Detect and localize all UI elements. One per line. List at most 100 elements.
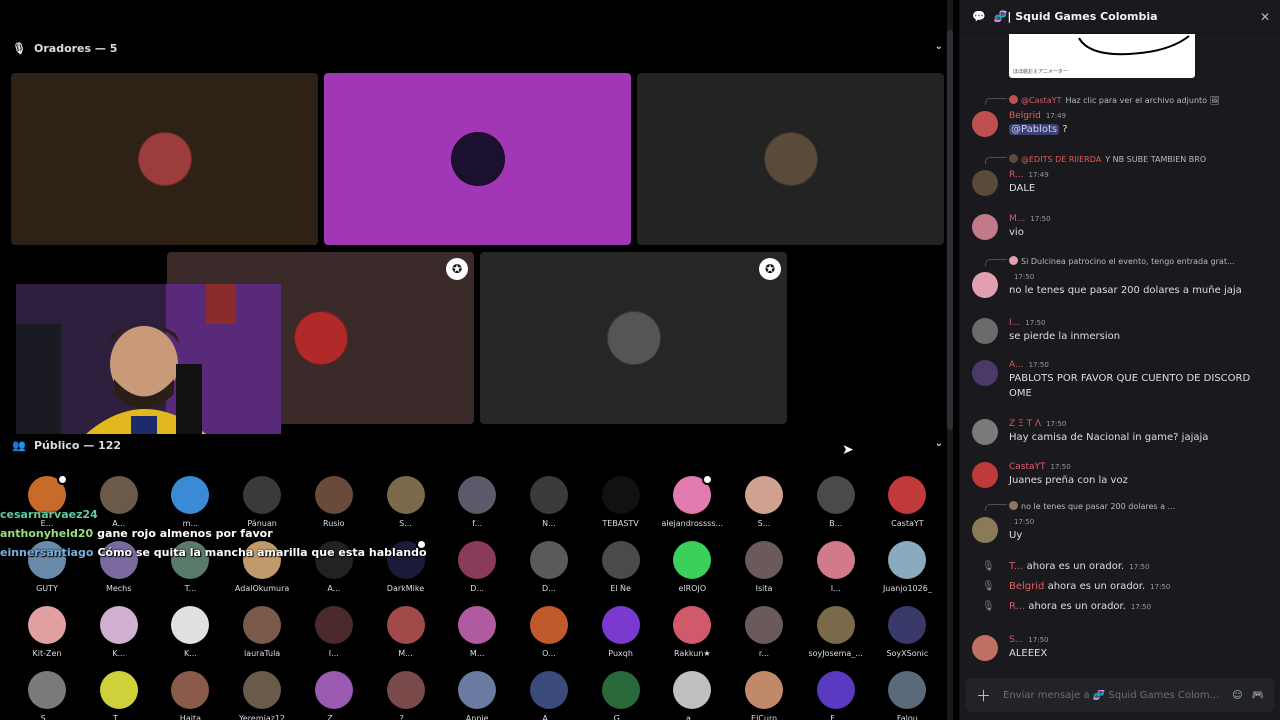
reply-preview[interactable]: Si Dulcinea patrocino el evento, tengo e…	[1009, 256, 1271, 266]
audience-member[interactable]: I...	[800, 541, 872, 593]
audience-member[interactable]: D...	[441, 541, 513, 593]
avatar	[458, 606, 497, 644]
message-body: vio	[1009, 225, 1271, 240]
audience-member[interactable]: Haita	[154, 671, 226, 720]
speakers-header[interactable]: 🎙 Oradores — 5 ⌄	[0, 33, 953, 63]
audience-member[interactable]: M...	[441, 606, 513, 658]
message-author[interactable]: I...	[1009, 318, 1020, 328]
audience-member[interactable]: Pánuan	[226, 476, 298, 528]
avatar[interactable]	[972, 170, 998, 196]
message-author[interactable]: R...	[1009, 170, 1024, 180]
audience-name: Z...	[327, 714, 341, 720]
message-author[interactable]: Belgrid	[1009, 111, 1041, 121]
audience-member[interactable]: TEBASTV	[585, 476, 657, 528]
avatar[interactable]	[972, 635, 998, 661]
audience-member[interactable]: T...	[83, 671, 155, 720]
audience-member[interactable]: K...	[154, 606, 226, 658]
avatar[interactable]	[972, 360, 998, 386]
audience-member[interactable]: K...	[83, 606, 155, 658]
audience-member[interactable]: F...	[800, 671, 872, 720]
audience-name: Haita	[179, 714, 201, 720]
audience-member[interactable]: soyJosema_...	[800, 606, 872, 658]
avatar[interactable]	[972, 318, 998, 344]
audience-member[interactable]: B...	[800, 476, 872, 528]
reply-preview[interactable]: @EDITS DE RIIERDA Y NB SUBE TAMBIEN BRO	[1009, 154, 1271, 164]
plus-icon[interactable]: ＋	[976, 685, 991, 706]
audience-member[interactable]: M...	[370, 606, 442, 658]
avatar[interactable]	[972, 462, 998, 488]
audience-member[interactable]: I...	[298, 606, 370, 658]
system-timestamp: 17:50	[1129, 563, 1150, 571]
reply-preview[interactable]: @CastaYT Haz clic para ver el archivo adj…	[1009, 95, 1271, 105]
audience-member[interactable]: lauraTula	[226, 606, 298, 658]
avatar[interactable]	[972, 272, 998, 298]
audience-name: I...	[328, 649, 339, 658]
reply-author: @CastaYT	[1021, 96, 1062, 105]
chevron-down-icon[interactable]: ⌄	[935, 438, 943, 449]
audience-member[interactable]: Yeremiaz12	[226, 671, 298, 720]
audience-member[interactable]: Z...	[298, 671, 370, 720]
audience-member[interactable]: El Ñe	[585, 541, 657, 593]
speaker-tile[interactable]	[324, 73, 631, 245]
audience-header[interactable]: 👥 Público — 122 ⌄	[0, 430, 953, 460]
system-user[interactable]: T...	[1009, 561, 1027, 572]
avatar	[816, 671, 855, 709]
audience-member[interactable]: Juanjo1026_	[871, 541, 943, 593]
audience-member[interactable]: r...	[728, 606, 800, 658]
avatar[interactable]	[972, 214, 998, 240]
audience-member[interactable]: N...	[513, 476, 585, 528]
audience-member[interactable]: SoyXSonic	[871, 606, 943, 658]
message-composer[interactable]: ＋ Enviar mensaje a 🧬 Squid Games Colom..…	[966, 678, 1274, 712]
attachment-image[interactable]: ほほ絵おえアニメーター	[1009, 34, 1195, 78]
system-user[interactable]: R...	[1009, 601, 1028, 612]
microphone-icon: 🎙	[982, 581, 995, 592]
reply-preview[interactable]: no le tenes que pasar 200 dolares a ...	[1009, 501, 1271, 511]
avatar	[888, 541, 927, 579]
audience-member[interactable]: G...	[585, 671, 657, 720]
avatar[interactable]	[972, 111, 998, 137]
audience-member[interactable]: m...	[154, 476, 226, 528]
scrollbar-thumb[interactable]	[947, 30, 953, 430]
gamepad-icon[interactable]: 🎮	[1252, 690, 1264, 701]
avatar[interactable]	[972, 517, 998, 543]
emoji-icon[interactable]: ☺	[1232, 690, 1242, 701]
avatar[interactable]	[972, 419, 998, 445]
speaker-tile[interactable]	[11, 73, 318, 245]
audience-member[interactable]: Isita	[728, 541, 800, 593]
audience-member[interactable]: D...	[513, 541, 585, 593]
audience-member[interactable]: alejandrossss...	[656, 474, 728, 528]
audience-member[interactable]: Kit-Zen	[11, 606, 83, 658]
audience-member[interactable]: elROJO	[656, 541, 728, 593]
audience-member[interactable]: A...	[513, 671, 585, 720]
audience-member[interactable]: Falou	[871, 671, 943, 720]
speaker-tile[interactable]	[637, 73, 944, 245]
audience-member[interactable]: S...	[11, 671, 83, 720]
close-icon[interactable]: ✕	[1260, 10, 1270, 24]
avatar	[99, 671, 138, 709]
audience-name: N...	[542, 519, 556, 528]
message-author[interactable]: A...	[1009, 360, 1024, 370]
audience-member[interactable]: S...	[370, 476, 442, 528]
message-author[interactable]: CastaYT	[1009, 462, 1046, 472]
message-author[interactable]: S...	[1009, 635, 1023, 645]
audience-member[interactable]: Rakkun★	[656, 606, 728, 658]
speaker-tile[interactable]: ✪	[480, 252, 787, 424]
audience-member[interactable]: Puxqh	[585, 606, 657, 658]
message-author[interactable]: M...	[1009, 214, 1025, 224]
message-author[interactable]: Z Ξ T Λ	[1009, 419, 1041, 429]
audience-member[interactable]: ElCuro	[728, 671, 800, 720]
audience-member[interactable]: Rusio	[298, 476, 370, 528]
user-mention[interactable]: @Pablots	[1009, 124, 1060, 135]
overlay-text: gane rojo almenos por favor	[97, 527, 273, 540]
audience-member[interactable]: O...	[513, 606, 585, 658]
composer-input[interactable]: Enviar mensaje a 🧬 Squid Games Colom...	[1003, 690, 1223, 701]
audience-member[interactable]: Annie	[441, 671, 513, 720]
audience-member[interactable]: CastaYT	[871, 476, 943, 528]
stage-scrollbar[interactable]	[947, 0, 953, 720]
chevron-down-icon[interactable]: ⌄	[935, 41, 943, 52]
audience-member[interactable]: f...	[441, 476, 513, 528]
audience-member[interactable]: a...	[656, 671, 728, 720]
audience-member[interactable]: S...	[728, 476, 800, 528]
audience-member[interactable]: ?...	[370, 671, 442, 720]
system-user[interactable]: Belgrid	[1009, 581, 1048, 592]
